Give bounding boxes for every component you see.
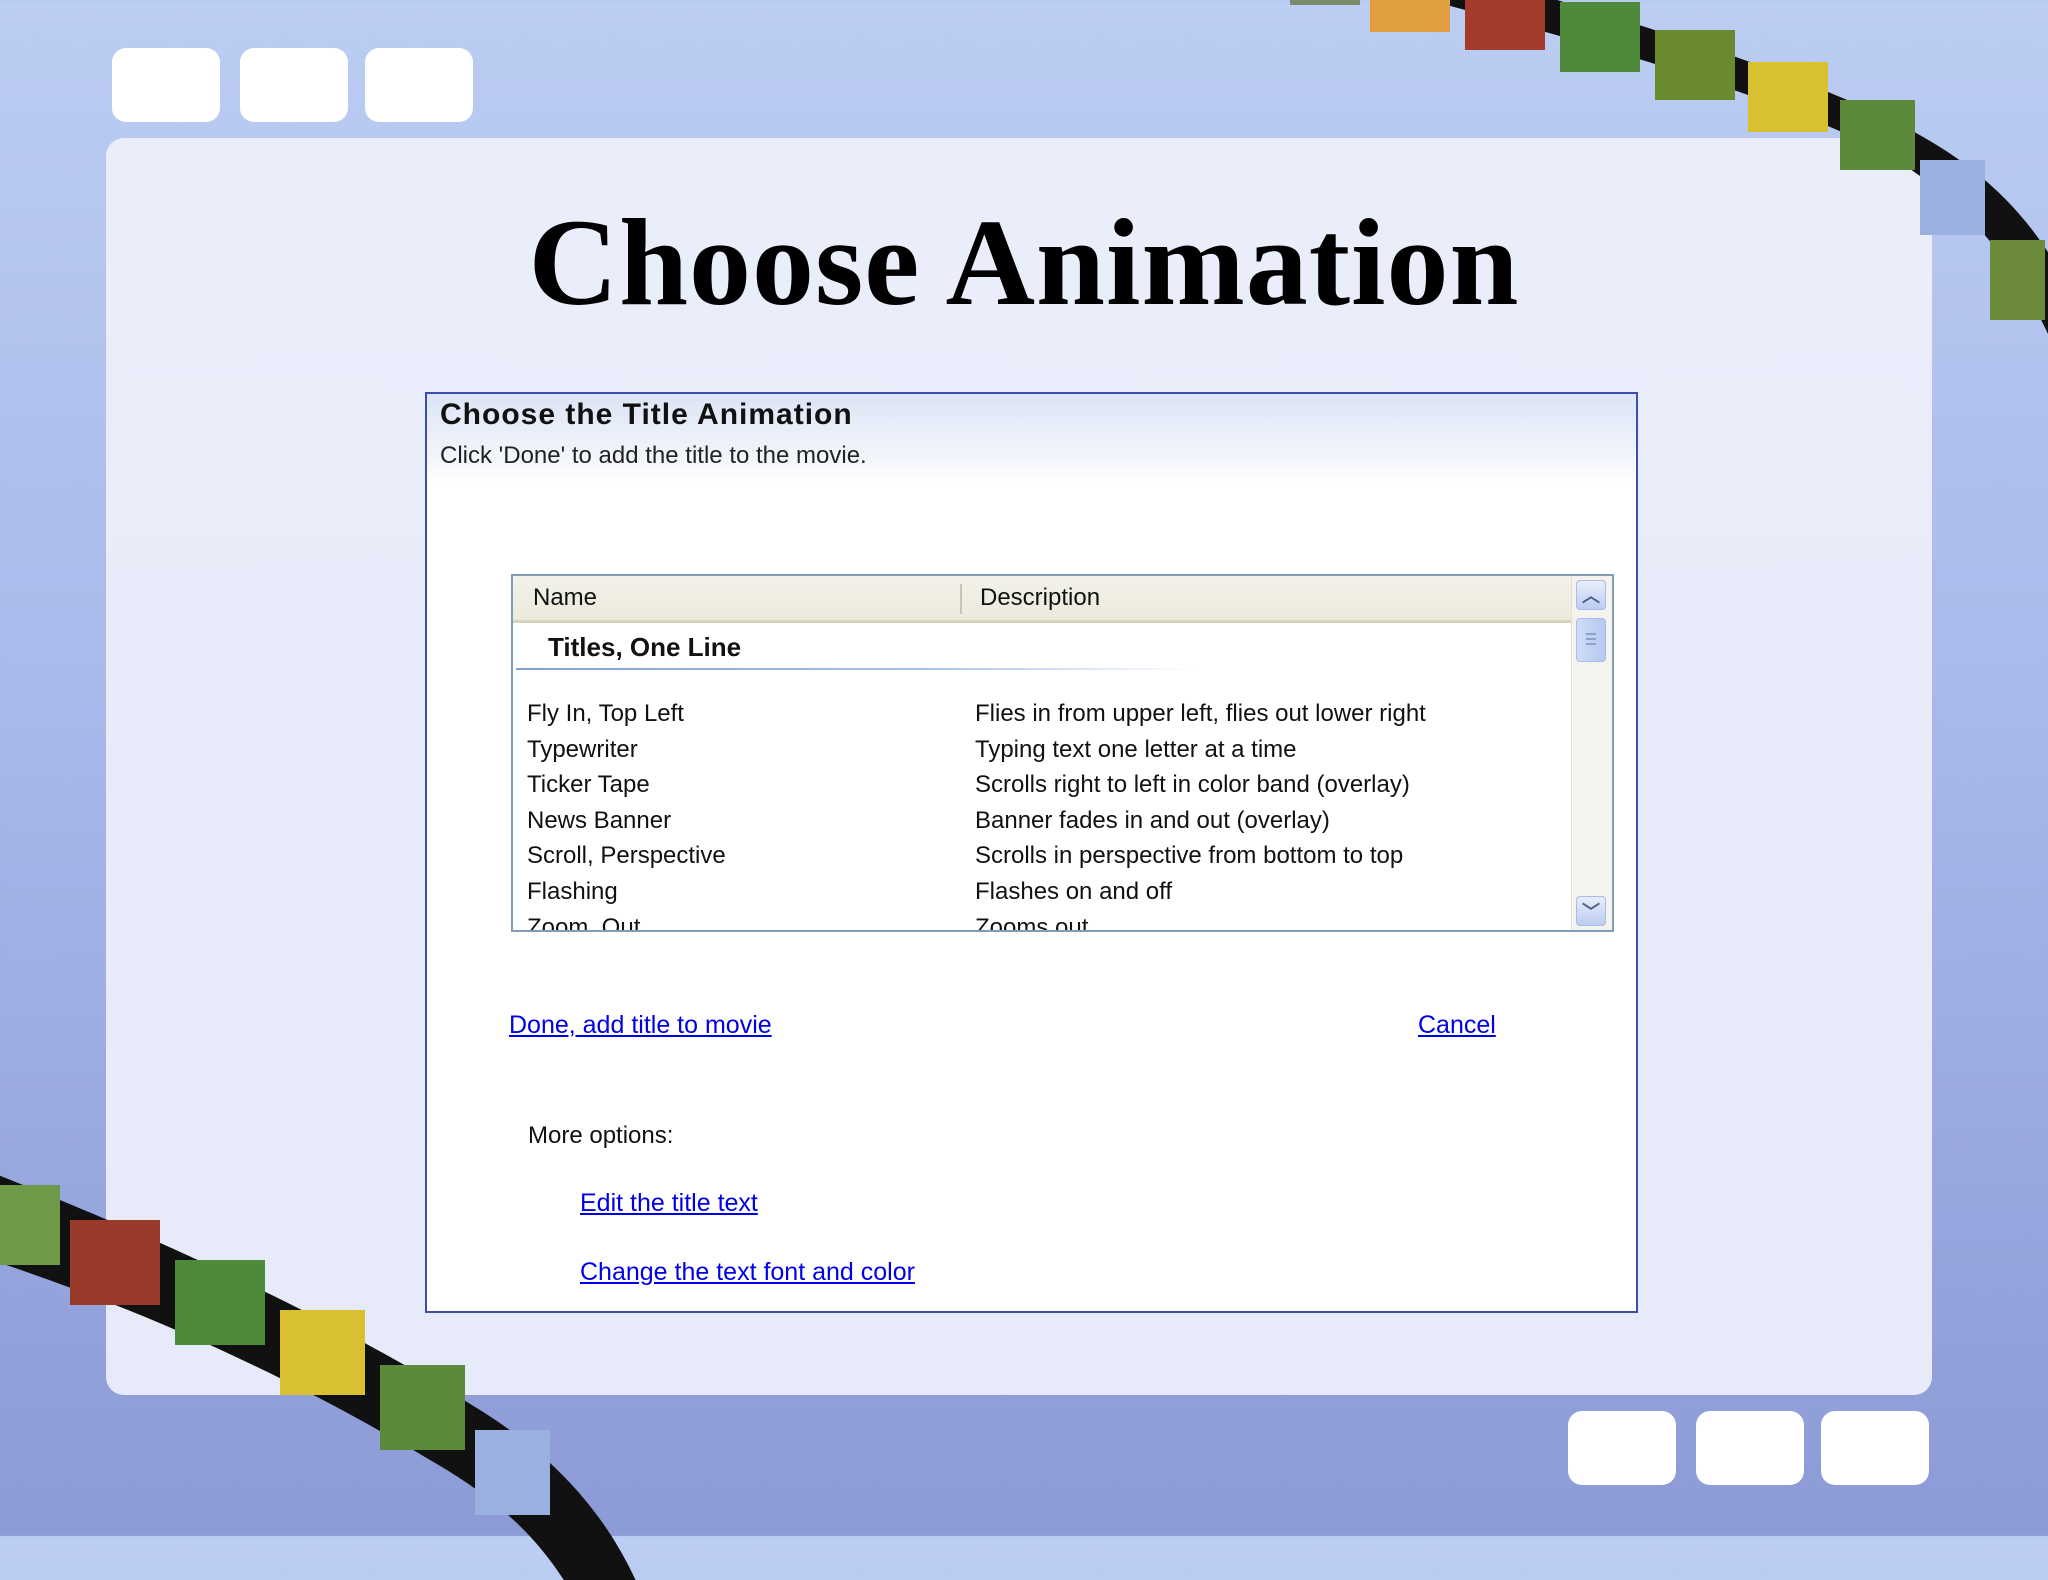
scroll-down-button[interactable]: ﹀ [1576, 896, 1606, 926]
item-name: Fly In, Top Left [527, 700, 684, 727]
list-item[interactable]: Flashing Flashes on and off [513, 878, 1575, 914]
cancel-link[interactable]: Cancel [1418, 1011, 1496, 1040]
list-item[interactable]: Ticker Tape Scrolls right to left in col… [513, 771, 1575, 807]
item-name: Flashing [527, 877, 618, 905]
list-item[interactable]: Scroll, Perspective Scrolls in perspecti… [513, 842, 1575, 878]
item-name: News Banner [527, 806, 672, 834]
thumb-grip [1586, 643, 1596, 645]
list-header: Name Description [513, 576, 1575, 623]
item-description: Scrolls right to left in color band (ove… [975, 771, 1410, 799]
scroll-up-button[interactable]: ︿ [1576, 580, 1606, 610]
list-item[interactable]: Typewriter Typing text one letter at a t… [513, 736, 1575, 772]
list-rows: Fly In, Top Left Flies in from upper lef… [513, 700, 1575, 932]
thumb-grip [1586, 633, 1596, 635]
column-header-name[interactable]: Name [533, 584, 597, 612]
dialog-header: Choose the Title Animation Click 'Done' … [427, 394, 1636, 484]
item-description: Flashes on and off [975, 877, 1173, 905]
bottom-tab-1 [1568, 1411, 1676, 1485]
scroll-down-icon: ﹀ [1582, 902, 1600, 922]
change-font-color-link[interactable]: Change the text font and color [580, 1258, 915, 1287]
edit-title-text-link[interactable]: Edit the title text [580, 1189, 758, 1218]
group-title: Titles, One Line [548, 632, 742, 662]
item-name: Typewriter [527, 735, 638, 763]
list-item[interactable]: Fly In, Top Left Flies in from upper lef… [513, 700, 1575, 736]
list-item[interactable]: Zoom, Out Zooms out [513, 913, 1575, 932]
more-options-label: More options: [528, 1122, 674, 1149]
dialog-title: Choose the Title Animation [440, 398, 853, 431]
item-description: Banner fades in and out (overlay) [975, 806, 1330, 834]
animation-list[interactable]: Name Description Titles, One Line Fly In… [511, 574, 1614, 932]
thumb-grip [1586, 638, 1596, 640]
column-header-description[interactable]: Description [980, 584, 1100, 612]
item-name: Zoom, Out [527, 913, 641, 932]
item-description: Zooms out [975, 913, 1089, 932]
list-scrollbar[interactable]: ︿ ﹀ [1571, 576, 1612, 930]
scroll-up-icon: ︿ [1582, 586, 1600, 606]
title-animation-dialog: Choose the Title Animation Click 'Done' … [425, 392, 1638, 1313]
top-tab-2 [240, 48, 348, 122]
slide-title: Choose Animation [528, 194, 1520, 331]
top-tab-3 [365, 48, 473, 122]
item-name: Scroll, Perspective [527, 842, 726, 870]
scrollbar-thumb[interactable] [1576, 618, 1606, 662]
dialog-subtitle: Click 'Done' to add the title to the mov… [440, 442, 867, 469]
item-description: Flies in from upper left, flies out lowe… [975, 700, 1426, 727]
item-name: Ticker Tape [527, 771, 650, 799]
item-description: Typing text one letter at a time [975, 735, 1297, 763]
list-item[interactable]: News Banner Banner fades in and out (ove… [513, 807, 1575, 843]
done-add-title-link[interactable]: Done, add title to movie [509, 1011, 772, 1040]
group-divider [516, 668, 1196, 670]
bottom-tab-2 [1696, 1411, 1804, 1485]
column-separator[interactable] [960, 584, 962, 614]
item-description: Scrolls in perspective from bottom to to… [975, 842, 1404, 870]
bottom-tab-3 [1821, 1411, 1929, 1485]
top-tab-1 [112, 48, 220, 122]
